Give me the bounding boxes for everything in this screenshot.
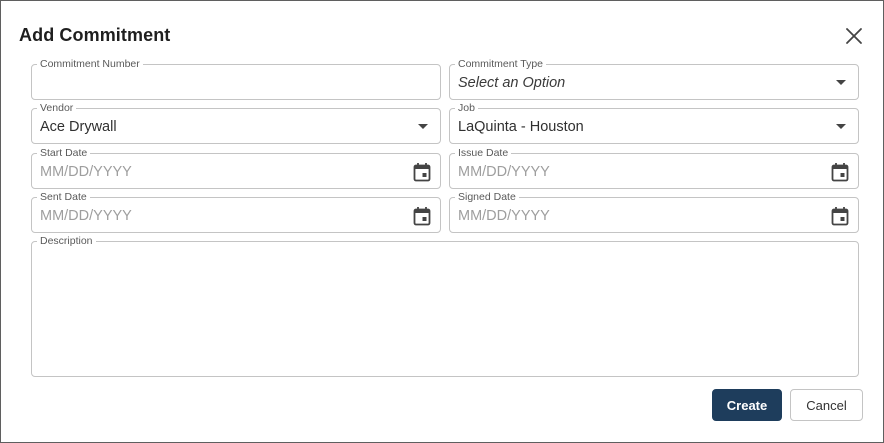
sent-date-field[interactable]: Sent Date MM/DD/YYYY	[31, 191, 441, 233]
commitment-type-select[interactable]: Commitment Type Select an Option	[449, 58, 859, 100]
commitment-type-placeholder: Select an Option	[458, 75, 566, 91]
signed-date-label: Signed Date	[455, 191, 519, 203]
chevron-down-icon[interactable]	[418, 124, 428, 129]
cancel-button[interactable]: Cancel	[790, 389, 863, 421]
job-value: LaQuinta - Houston	[458, 119, 584, 135]
calendar-icon[interactable]	[831, 162, 849, 182]
commitment-number-label: Commitment Number	[37, 58, 143, 70]
sent-date-label: Sent Date	[37, 191, 90, 203]
start-date-label: Start Date	[37, 147, 91, 159]
vendor-label: Vendor	[37, 102, 77, 114]
create-button[interactable]: Create	[712, 389, 782, 421]
calendar-icon[interactable]	[831, 206, 849, 226]
add-commitment-dialog: Add Commitment Commitment Number Commitm…	[0, 0, 884, 443]
issue-date-placeholder: MM/DD/YYYY	[458, 164, 550, 180]
dialog-title: Add Commitment	[19, 25, 171, 45]
chevron-down-icon[interactable]	[836, 124, 846, 129]
start-date-field[interactable]: Start Date MM/DD/YYYY	[31, 147, 441, 189]
description-label: Description	[37, 235, 96, 247]
vendor-select[interactable]: Vendor Ace Drywall	[31, 102, 441, 144]
chevron-down-icon[interactable]	[836, 80, 846, 85]
issue-date-label: Issue Date	[455, 147, 512, 159]
signed-date-field[interactable]: Signed Date MM/DD/YYYY	[449, 191, 859, 233]
job-label: Job	[455, 102, 478, 114]
calendar-icon[interactable]	[413, 206, 431, 226]
calendar-icon[interactable]	[413, 162, 431, 182]
signed-date-placeholder: MM/DD/YYYY	[458, 208, 550, 224]
commitment-number-field[interactable]: Commitment Number	[31, 58, 441, 100]
job-select[interactable]: Job LaQuinta - Houston	[449, 102, 859, 144]
sent-date-placeholder: MM/DD/YYYY	[40, 208, 132, 224]
start-date-placeholder: MM/DD/YYYY	[40, 164, 132, 180]
commitment-type-label: Commitment Type	[455, 58, 546, 70]
description-textarea[interactable]: Description	[31, 235, 859, 377]
vendor-value: Ace Drywall	[40, 119, 117, 135]
issue-date-field[interactable]: Issue Date MM/DD/YYYY	[449, 147, 859, 189]
close-icon[interactable]	[843, 25, 865, 47]
